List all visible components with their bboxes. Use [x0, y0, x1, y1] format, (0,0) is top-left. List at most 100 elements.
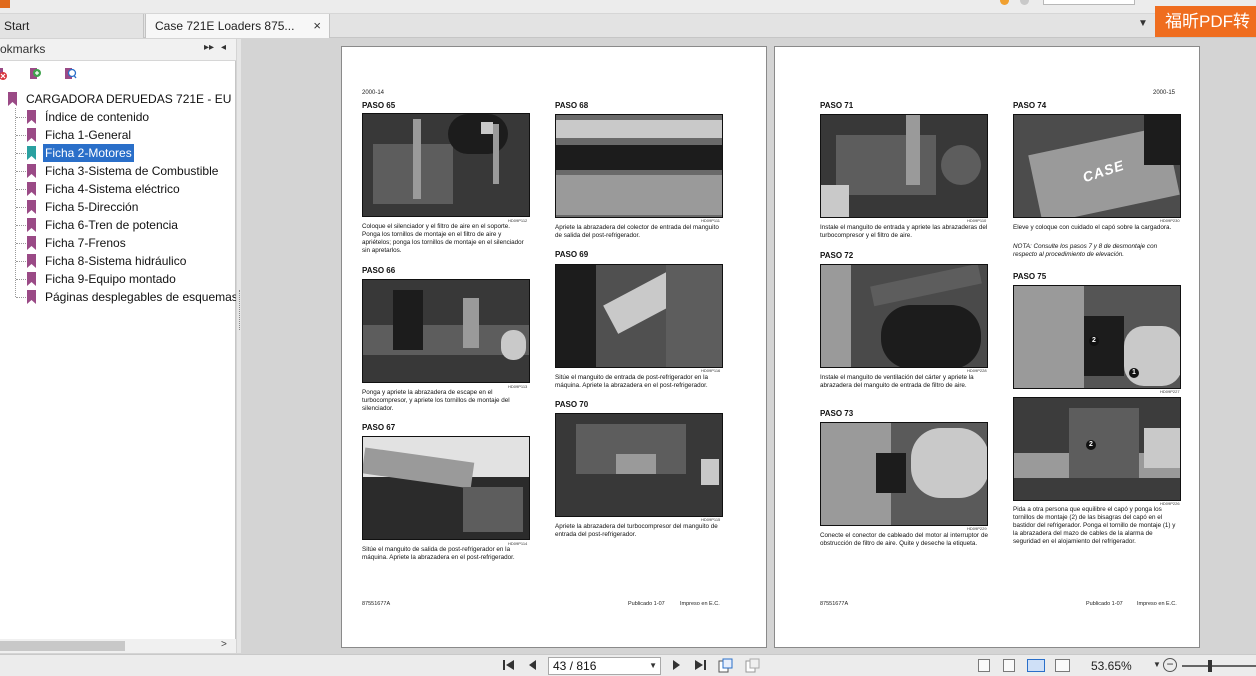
step-caption: Apriete la abrazadera del colector de en… [555, 224, 719, 239]
pdf-page-right: 2000-15 PASO 71 HD09P110 Instale el mang… [774, 46, 1200, 648]
figure-ref: HD09P228 [967, 368, 987, 373]
step-caption: Apriete la abrazadera del turbocompresor… [555, 523, 718, 538]
step-photo: CASE [1013, 114, 1181, 218]
tab-document[interactable]: Case 721E Loaders 875... × [145, 14, 330, 38]
promo-banner[interactable]: 福昕PDF转 [1155, 6, 1256, 37]
tab-list-dropdown-icon[interactable]: ▼ [1138, 18, 1148, 29]
bookmark-icon [27, 164, 36, 178]
add-bookmark-icon[interactable] [28, 67, 42, 81]
zoom-out-button[interactable]: − [1163, 658, 1177, 672]
chevron-down-icon[interactable]: ▼ [649, 658, 657, 674]
print-note: Impreso en E.C. [680, 601, 720, 607]
step-photo [820, 422, 988, 526]
continuous-facing-view-icon[interactable] [1055, 659, 1070, 672]
step-caption: Sitúe el manguito de salida de post-refr… [362, 546, 515, 561]
step-title: PASO 75 [1013, 272, 1047, 281]
search-input[interactable] [1043, 0, 1135, 5]
bookmark-label: Ficha 5-Dirección [45, 200, 139, 214]
zoom-dropdown-icon[interactable]: ▼ [1153, 660, 1161, 669]
bookmark-icon [27, 290, 36, 304]
bookmark-icon [27, 110, 36, 124]
next-page-icon[interactable] [670, 658, 682, 672]
step-caption: Coloque el silenciador y el filtro de ai… [362, 223, 524, 254]
tab-start[interactable]: Start [0, 14, 144, 38]
bookmarks-panel: okmarks ▸▸ ◂ CARGADORA DERUEDAS 721E - E… [0, 39, 236, 653]
figure-ref: HD09P230 [1160, 218, 1180, 223]
bookmark-icon [27, 182, 36, 196]
tab-bar: Start Case 721E Loaders 875... × ▼ [0, 14, 1256, 38]
help-icon[interactable] [1020, 0, 1029, 5]
doc-code: 87551677A [362, 601, 391, 607]
bookmark-icon [27, 128, 36, 142]
single-page-view-icon[interactable] [978, 659, 990, 672]
zoom-slider-thumb[interactable] [1208, 660, 1212, 672]
step-title: PASO 67 [362, 423, 396, 432]
step-title: PASO 70 [555, 400, 589, 409]
bookmarks-panel-header: okmarks ▸▸ ◂ [0, 39, 236, 61]
scrollbar-thumb[interactable] [0, 641, 125, 651]
next-view-icon[interactable] [745, 658, 761, 673]
figure-ref: HD09P229 [967, 526, 987, 531]
status-bar: 43 / 816 ▼ 53.65% ▼ − [0, 654, 1256, 676]
bookmark-label: Ficha 1-General [45, 128, 132, 142]
continuous-view-icon[interactable] [1003, 659, 1015, 672]
notification-icon[interactable] [1000, 0, 1009, 5]
step-title: PASO 65 [362, 101, 396, 110]
document-view[interactable]: 2000-14 PASO 65 HD09P112 Coloque el sile… [241, 39, 1256, 653]
doc-code: 87551677A [820, 601, 849, 607]
page-id: 2000-14 [362, 90, 385, 96]
step-title: PASO 66 [362, 266, 396, 275]
scroll-right-icon[interactable]: > [221, 639, 227, 650]
app-logo-icon[interactable] [0, 0, 10, 8]
bookmark-label: Ficha 6-Tren de potencia [45, 218, 178, 232]
delete-bookmark-icon[interactable] [0, 67, 8, 81]
previous-view-icon[interactable] [718, 658, 734, 673]
splitter-grip[interactable] [239, 290, 240, 330]
bookmark-label: Índice de contenido [45, 110, 150, 124]
step-photo [362, 113, 530, 217]
first-page-icon[interactable] [502, 658, 516, 672]
horizontal-scrollbar[interactable]: > [0, 639, 236, 653]
expand-panel-icon[interactable]: ▸▸ [204, 42, 214, 53]
bookmark-label: Páginas desplegables de esquemas [45, 290, 236, 304]
callout-badge: 1 [1129, 368, 1139, 378]
collapse-panel-icon[interactable]: ◂ [221, 42, 226, 53]
step-caption: Ponga y apriete la abrazadera de escape … [362, 389, 510, 412]
step-caption: Instale el manguito de entrada y apriete… [820, 224, 988, 239]
figure-ref: HD09P227 [1160, 389, 1180, 394]
top-toolbar-strip [0, 0, 1256, 14]
last-page-icon[interactable] [693, 658, 707, 672]
callout-badge: 2 [1086, 440, 1096, 450]
figure-ref: HD09P116 [701, 368, 721, 373]
page-number-input[interactable]: 43 / 816 ▼ [548, 657, 661, 675]
bookmark-icon [27, 236, 36, 250]
figure-ref: HD09P110 [967, 218, 987, 223]
close-icon[interactable]: × [313, 14, 321, 38]
print-note: Impreso en E.C. [1137, 601, 1177, 607]
bookmark-label: Ficha 9-Equipo montado [45, 272, 176, 286]
zoom-level[interactable]: 53.65% [1091, 659, 1132, 673]
find-bookmark-icon[interactable] [63, 67, 77, 81]
bookmark-icon [27, 218, 36, 232]
bookmark-label: Ficha 7-Frenos [45, 236, 126, 250]
step-photo [555, 264, 723, 368]
bookmarks-toolbar [0, 65, 236, 85]
facing-view-icon[interactable] [1027, 659, 1045, 672]
bookmark-label: Ficha 4-Sistema eléctrico [45, 182, 180, 196]
pdf-page-left: 2000-14 PASO 65 HD09P112 Coloque el sile… [341, 46, 767, 648]
step-photo [820, 114, 988, 218]
step-title: PASO 69 [555, 250, 589, 259]
zoom-slider[interactable] [1182, 665, 1256, 667]
bookmark-icon [27, 200, 36, 214]
page-number-value: 43 / 816 [553, 659, 597, 673]
panel-title: okmarks [0, 42, 46, 56]
prev-page-icon[interactable] [527, 658, 539, 672]
bookmark-icon [27, 146, 36, 160]
step-title: PASO 72 [820, 251, 854, 260]
step-photo: 2 1 [1013, 285, 1181, 389]
bookmark-item[interactable]: Páginas desplegables de esquemas [0, 288, 236, 306]
pdf-reader-window: Start Case 721E Loaders 875... × ▼ 福昕PDF… [0, 0, 1256, 676]
tree-guide-line [15, 108, 16, 297]
step-title: PASO 71 [820, 101, 854, 110]
step-photo [820, 264, 988, 368]
